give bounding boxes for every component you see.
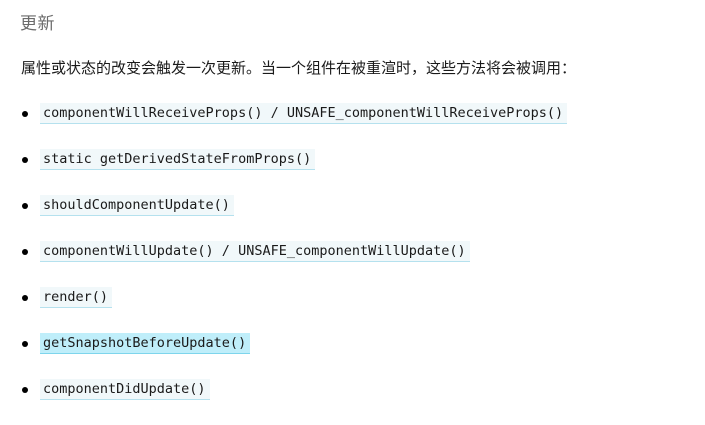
method-code: render() [40,287,113,308]
section-heading: 更新 [20,14,55,34]
method-code: static getDerivedStateFromProps() [40,149,316,170]
method-code: shouldComponentUpdate() [40,195,234,216]
bullet-dot-icon [22,341,28,347]
bullet-dot-icon [22,249,28,255]
method-code: componentWillUpdate() / UNSAFE_component… [40,241,470,262]
doc-page: 更新 属性或状态的改变会触发一次更新。当一个组件在被重渲时，这些方法将会被调用：… [0,0,705,425]
bullet-dot-icon [22,157,28,163]
bullet-dot-icon [22,203,28,209]
bullet-dot-icon [22,387,28,393]
method-code: componentWillReceiveProps() / UNSAFE_com… [40,103,568,124]
bullet-dot-icon [22,111,28,117]
method-code-highlighted: getSnapshotBeforeUpdate() [40,333,251,354]
bullet-dot-icon [22,295,28,301]
method-code: componentDidUpdate() [40,379,210,400]
intro-paragraph: 属性或状态的改变会触发一次更新。当一个组件在被重渲时，这些方法将会被调用： [21,59,577,77]
